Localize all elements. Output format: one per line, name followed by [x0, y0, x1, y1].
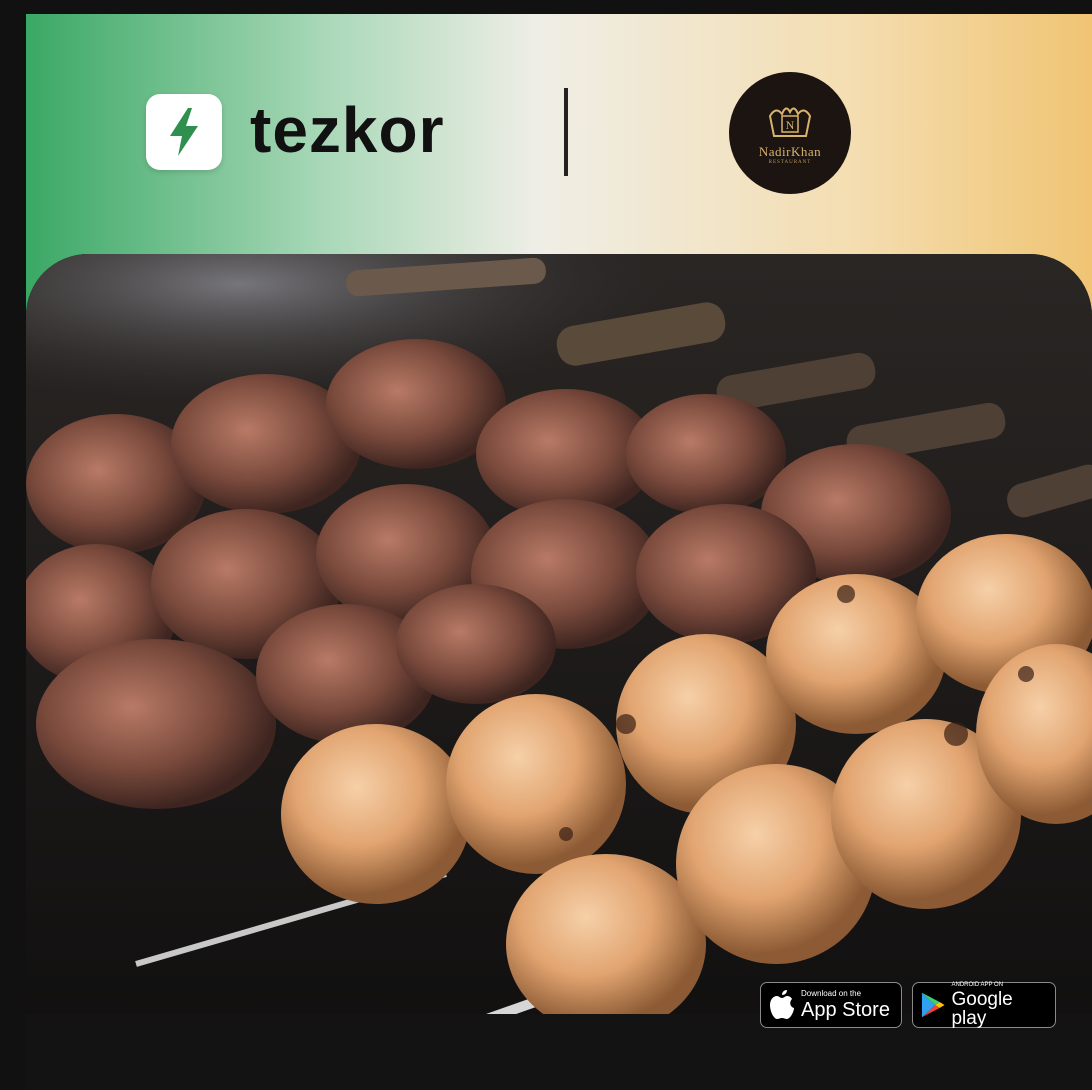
brand-name: tezkor: [250, 94, 445, 166]
partner-name: NadirKhan: [758, 143, 822, 159]
logo-divider: [564, 88, 568, 176]
promo-card: tezkor N NadirKhan RESTAURANT Download o…: [26, 14, 1092, 1090]
kebab-photo: [26, 254, 1092, 1090]
google-play-icon: [921, 992, 945, 1018]
partner-initial: N: [786, 118, 795, 132]
app-store-top-line: Download on the: [801, 989, 862, 998]
kebab-illustration: [26, 254, 1092, 1090]
store-badges: Download on the App Store ANDROID APP ON…: [760, 982, 1056, 1028]
google-play-badge[interactable]: ANDROID APP ON Google play: [912, 982, 1056, 1028]
google-play-label: Google play: [951, 989, 1013, 1029]
app-store-label: App Store: [801, 999, 890, 1021]
header: tezkor N NadirKhan RESTAURANT: [26, 14, 1092, 254]
partner-logo: N NadirKhan RESTAURANT: [729, 72, 851, 194]
apple-icon: [770, 990, 794, 1019]
app-store-badge[interactable]: Download on the App Store: [760, 982, 902, 1028]
lightning-bolt-icon: [170, 108, 198, 156]
tezkor-app-icon: [146, 94, 222, 170]
crown-crest-icon: N: [768, 107, 812, 137]
google-play-top-line: ANDROID APP ON: [951, 982, 1004, 988]
partner-subtitle: RESTAURANT: [768, 159, 812, 165]
